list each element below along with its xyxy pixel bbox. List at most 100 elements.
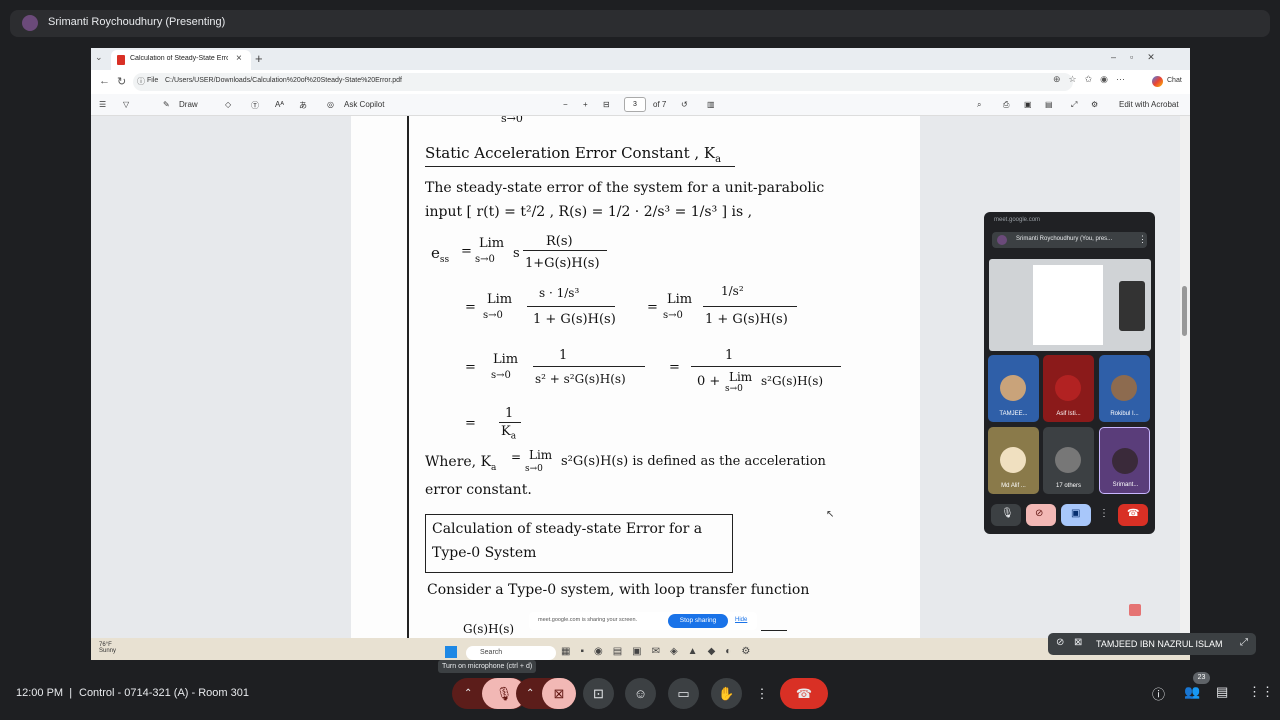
- present-button[interactable]: ⊡: [583, 678, 614, 709]
- text-icon[interactable]: Ⓣ: [251, 100, 259, 111]
- eraser-icon[interactable]: ◇: [225, 100, 231, 109]
- zoom-in-icon[interactable]: +: [583, 100, 588, 109]
- participant-name: Asif Isti...: [1056, 411, 1081, 417]
- url-field[interactable]: ⓘ File C:/Users/USER/Downloads/Calculati…: [133, 73, 1073, 91]
- where-text: Where, K: [425, 454, 492, 470]
- window-controls[interactable]: –▫✕: [1111, 52, 1169, 63]
- browser-tab[interactable]: Calculation of Steady-State Error.p ×: [111, 50, 251, 70]
- search-icon[interactable]: ⌕: [977, 100, 981, 110]
- raise-hand-button[interactable]: ✋: [711, 678, 742, 709]
- section-box: Calculation of steady-state Error for a …: [425, 514, 733, 573]
- page-number-input[interactable]: 3: [624, 97, 646, 112]
- windows-start-icon[interactable]: [445, 646, 457, 658]
- fullscreen-icon[interactable]: ⤢: [1071, 100, 1077, 110]
- leave-call-button[interactable]: ☎: [780, 678, 828, 709]
- draw-button[interactable]: Draw: [179, 100, 198, 109]
- taskbar-app-icons[interactable]: ▦▪◉▤▣✉◈▲◆◐⚙: [561, 646, 760, 657]
- equals-sign: =: [647, 300, 658, 315]
- rotate-icon[interactable]: ↺: [681, 100, 688, 109]
- more-options-button[interactable]: ⋮: [752, 678, 772, 709]
- end-call-icon: ☎: [1127, 508, 1140, 519]
- present-button[interactable]: ▣: [1061, 504, 1091, 526]
- present-icon: ⊡: [593, 686, 604, 701]
- edit-acrobat-button[interactable]: Edit with Acrobat: [1119, 100, 1179, 109]
- presenter-row[interactable]: Srimanti Roychoudhury (You, pres... ⋮: [992, 232, 1147, 248]
- fit-page-icon[interactable]: ⊟: [603, 100, 610, 109]
- equals-sign: =: [669, 360, 680, 375]
- info-icon: ⓘ: [137, 77, 145, 86]
- contents-icon[interactable]: ☰: [99, 100, 106, 109]
- participant-tile[interactable]: 17 others: [1043, 427, 1094, 494]
- participant-tile[interactable]: TAMJEE...: [988, 355, 1039, 422]
- people-icon[interactable]: 👥: [1184, 684, 1200, 700]
- margin-line: [407, 116, 409, 638]
- save-as-icon[interactable]: ▤: [1045, 100, 1053, 109]
- hand-icon: ✋: [718, 686, 735, 701]
- activities-icon[interactable]: ⋮⋮: [1248, 684, 1274, 700]
- participant-tile[interactable]: Srimant...: [1099, 427, 1150, 494]
- chevron-up-icon[interactable]: ⌃: [464, 678, 472, 709]
- participant-tile[interactable]: Md Alif ...: [988, 427, 1039, 494]
- url-text: C:/Users/USER/Downloads/Calculation%20of…: [165, 77, 402, 84]
- avatar-group: [1055, 447, 1081, 473]
- meet-pip-window[interactable]: meet.google.com Srimanti Roychoudhury (Y…: [984, 212, 1155, 534]
- participant-tile[interactable]: Asif Isti...: [1043, 355, 1094, 422]
- mic-button[interactable]: 🎙: [991, 504, 1021, 526]
- save-icon[interactable]: ▣: [1024, 100, 1032, 109]
- expand-icon[interactable]: ⤢: [1240, 637, 1248, 648]
- tab-title: Calculation of Steady-State Error.p: [130, 55, 228, 62]
- mouse-cursor: ↖: [826, 509, 835, 520]
- taskbar-search[interactable]: Search: [466, 646, 556, 660]
- preview-pip: [1119, 281, 1145, 331]
- captions-button[interactable]: ▭: [668, 678, 699, 709]
- stop-sharing-button[interactable]: Stop sharing: [668, 614, 728, 628]
- leave-call-button[interactable]: ☎: [1118, 504, 1148, 526]
- reload-icon[interactable]: ↻: [117, 75, 126, 88]
- gemini-icon[interactable]: [1152, 76, 1163, 87]
- where-rest: s²G(s)H(s) is defined as the acceleratio…: [561, 454, 826, 469]
- video-control-group[interactable]: ⌃ ⊠: [516, 678, 576, 709]
- camera-toggle-button[interactable]: ⊠: [542, 678, 576, 709]
- camera-off-icon: ⊠: [1074, 637, 1083, 648]
- emoji-button[interactable]: ☺: [625, 678, 656, 709]
- settings-icon[interactable]: ⚙: [1091, 100, 1098, 109]
- limit-sub: s→0: [483, 310, 503, 321]
- print-icon[interactable]: ⎙: [1003, 100, 1009, 110]
- info-icon[interactable]: ⓘ: [1152, 684, 1165, 703]
- new-tab-icon[interactable]: +: [255, 51, 263, 66]
- back-icon[interactable]: ←: [99, 75, 110, 87]
- camera-button[interactable]: ⊘: [1026, 504, 1056, 526]
- tab-search-icon[interactable]: ⌄: [95, 52, 103, 63]
- limit-sub: s→0: [525, 464, 543, 474]
- presenter-name: Srimanti Roychoudhury (You, pres...: [1016, 236, 1113, 242]
- highlight-icon[interactable]: ▽: [123, 100, 129, 109]
- more-icon[interactable]: ⋮: [1138, 234, 1147, 245]
- translate-icon[interactable]: あ: [299, 100, 307, 111]
- ka-symbol: Ka: [501, 424, 516, 442]
- captions-icon: ▭: [677, 686, 690, 701]
- chat-icon[interactable]: ▤: [1216, 684, 1228, 700]
- zoom-out-icon[interactable]: −: [563, 100, 568, 109]
- screen-preview: [989, 259, 1151, 351]
- draw-icon[interactable]: ✎: [163, 100, 170, 109]
- avatar: [997, 235, 1007, 245]
- scrollbar[interactable]: [1180, 116, 1190, 638]
- participant-name: TAMJEE...: [999, 411, 1028, 417]
- participant-tile[interactable]: Rokibul I...: [1099, 355, 1150, 422]
- page-view-icon[interactable]: ▥: [707, 100, 715, 109]
- weather-widget[interactable]: 76°F Sunny: [99, 642, 116, 654]
- chat-button[interactable]: Chat: [1167, 77, 1182, 84]
- ask-copilot-button[interactable]: Ask Copilot: [344, 100, 384, 109]
- scroll-thumb[interactable]: [1182, 286, 1187, 336]
- more-options-button[interactable]: ⋮: [1097, 504, 1109, 526]
- limit-sub: s→0: [491, 370, 511, 381]
- close-icon[interactable]: ×: [236, 53, 242, 64]
- read-aloud-icon[interactable]: Aᴬ: [275, 100, 284, 109]
- copilot-icon[interactable]: ◎: [327, 100, 334, 109]
- time: 12:00 PM: [16, 687, 64, 699]
- address-bar-icons[interactable]: ⊕☆✩◉⋯: [1053, 74, 1133, 85]
- acrobat-icon[interactable]: [1129, 604, 1141, 616]
- limit-word: Lim: [529, 448, 553, 462]
- hide-button[interactable]: Hide: [735, 617, 747, 623]
- chevron-up-icon[interactable]: ⌃: [526, 678, 534, 709]
